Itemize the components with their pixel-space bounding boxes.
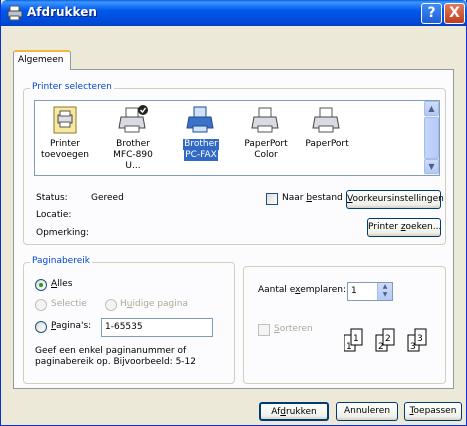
page-range-legend: Paginabereik	[30, 256, 92, 266]
title-bar[interactable]: Afdrukken ? X	[1, 0, 467, 26]
scrollbar-thumb[interactable]	[424, 117, 439, 159]
printer-item-paperport-color[interactable]: PaperPort Color	[240, 104, 292, 161]
cancel-button[interactable]: Annuleren	[336, 402, 398, 421]
all-pages-label[interactable]: Alles	[51, 279, 72, 289]
svg-text:1: 1	[346, 342, 352, 352]
fax-printer-icon	[186, 106, 214, 133]
svg-text:3: 3	[410, 342, 416, 352]
window-title: Afdrukken	[27, 5, 97, 19]
add-printer-icon	[53, 106, 77, 134]
copies-label: Aantal exemplaren:	[258, 285, 347, 295]
selection-label: Selectie	[51, 299, 87, 309]
printer-default-icon	[118, 105, 148, 133]
printer-item-label: MFC-890 U...	[113, 150, 153, 171]
pages-radio[interactable]	[35, 321, 47, 333]
page-range-hint-line1: Geef een enkel paginanummer of	[35, 346, 187, 356]
spin-up-icon[interactable]: ▲	[378, 283, 392, 291]
print-to-file-label[interactable]: Naar bestand	[282, 193, 343, 203]
preferences-button[interactable]: Voorkeursinstellingen	[346, 190, 444, 209]
svg-text:1: 1	[353, 334, 359, 344]
printer-list-scrollbar[interactable]: ▲ ▼	[424, 101, 439, 175]
close-button[interactable]: X	[444, 3, 465, 24]
pages-input[interactable]: 1-65535	[101, 318, 213, 337]
status-value: Gereed	[91, 193, 124, 203]
printer-item-brother-pcfax[interactable]: Brother PC-FAX	[175, 104, 227, 161]
collate-pages-icon: 11 22 33	[344, 328, 427, 352]
printer-item-brother-mfc[interactable]: Brother MFC-890 U...	[107, 104, 159, 172]
printer-item-label: toevoegen	[41, 150, 89, 160]
find-printer-button[interactable]: Printer zoeken...	[367, 218, 441, 237]
printer-select-legend: Printer selecteren	[30, 82, 114, 92]
tab-general[interactable]: Algemeen	[13, 50, 71, 70]
help-button[interactable]: ?	[421, 3, 442, 24]
status-label: Status:	[36, 193, 68, 203]
print-button[interactable]: Afdrukken	[259, 402, 329, 421]
svg-text:2: 2	[385, 334, 391, 344]
location-label: Locatie:	[36, 210, 72, 220]
all-pages-radio[interactable]	[35, 279, 47, 291]
scroll-down-icon[interactable]: ▼	[424, 159, 439, 174]
printer-list[interactable]: Printer toevoegen Brother MFC-890 U... B…	[34, 100, 440, 176]
printer-item-label: Printer	[50, 139, 80, 149]
print-to-file-checkbox[interactable]	[266, 193, 278, 205]
scroll-up-icon[interactable]: ▲	[424, 101, 439, 116]
print-dialog: Afdrukken ? X Algemeen Printer selectere…	[0, 0, 467, 426]
current-page-label: Huidige pagina	[120, 299, 188, 309]
collate-checkbox[interactable]	[258, 324, 270, 336]
printer-item-label: Brother	[183, 139, 219, 150]
spin-down-icon[interactable]: ▼	[378, 291, 392, 299]
current-page-radio[interactable]	[105, 299, 117, 311]
printer-item-label: PC-FAX	[184, 150, 218, 161]
printer-title-icon	[7, 5, 23, 21]
printer-item-label: Color	[254, 150, 278, 160]
printer-item-label: PaperPort	[244, 139, 288, 149]
copies-stepper[interactable]: ▲ ▼	[377, 283, 392, 300]
printer-item-label: Brother	[116, 139, 150, 149]
printer-icon	[251, 107, 279, 133]
pages-label[interactable]: Pagina's:	[51, 321, 91, 331]
svg-text:2: 2	[378, 342, 384, 352]
collate-label: Sorteren	[274, 324, 313, 334]
printer-item-paperport[interactable]: PaperPort	[301, 104, 353, 150]
comment-label: Opmerking:	[36, 228, 89, 238]
printer-icon	[312, 107, 340, 133]
selection-radio[interactable]	[35, 299, 47, 311]
printer-item-add[interactable]: Printer toevoegen	[39, 104, 91, 161]
printer-item-label: PaperPort	[305, 139, 349, 149]
apply-button[interactable]: Toepassen	[404, 402, 462, 421]
page-range-hint-line2: paginabereik op. Bijvoorbeeld: 5-12	[35, 357, 196, 367]
svg-text:3: 3	[417, 334, 423, 344]
